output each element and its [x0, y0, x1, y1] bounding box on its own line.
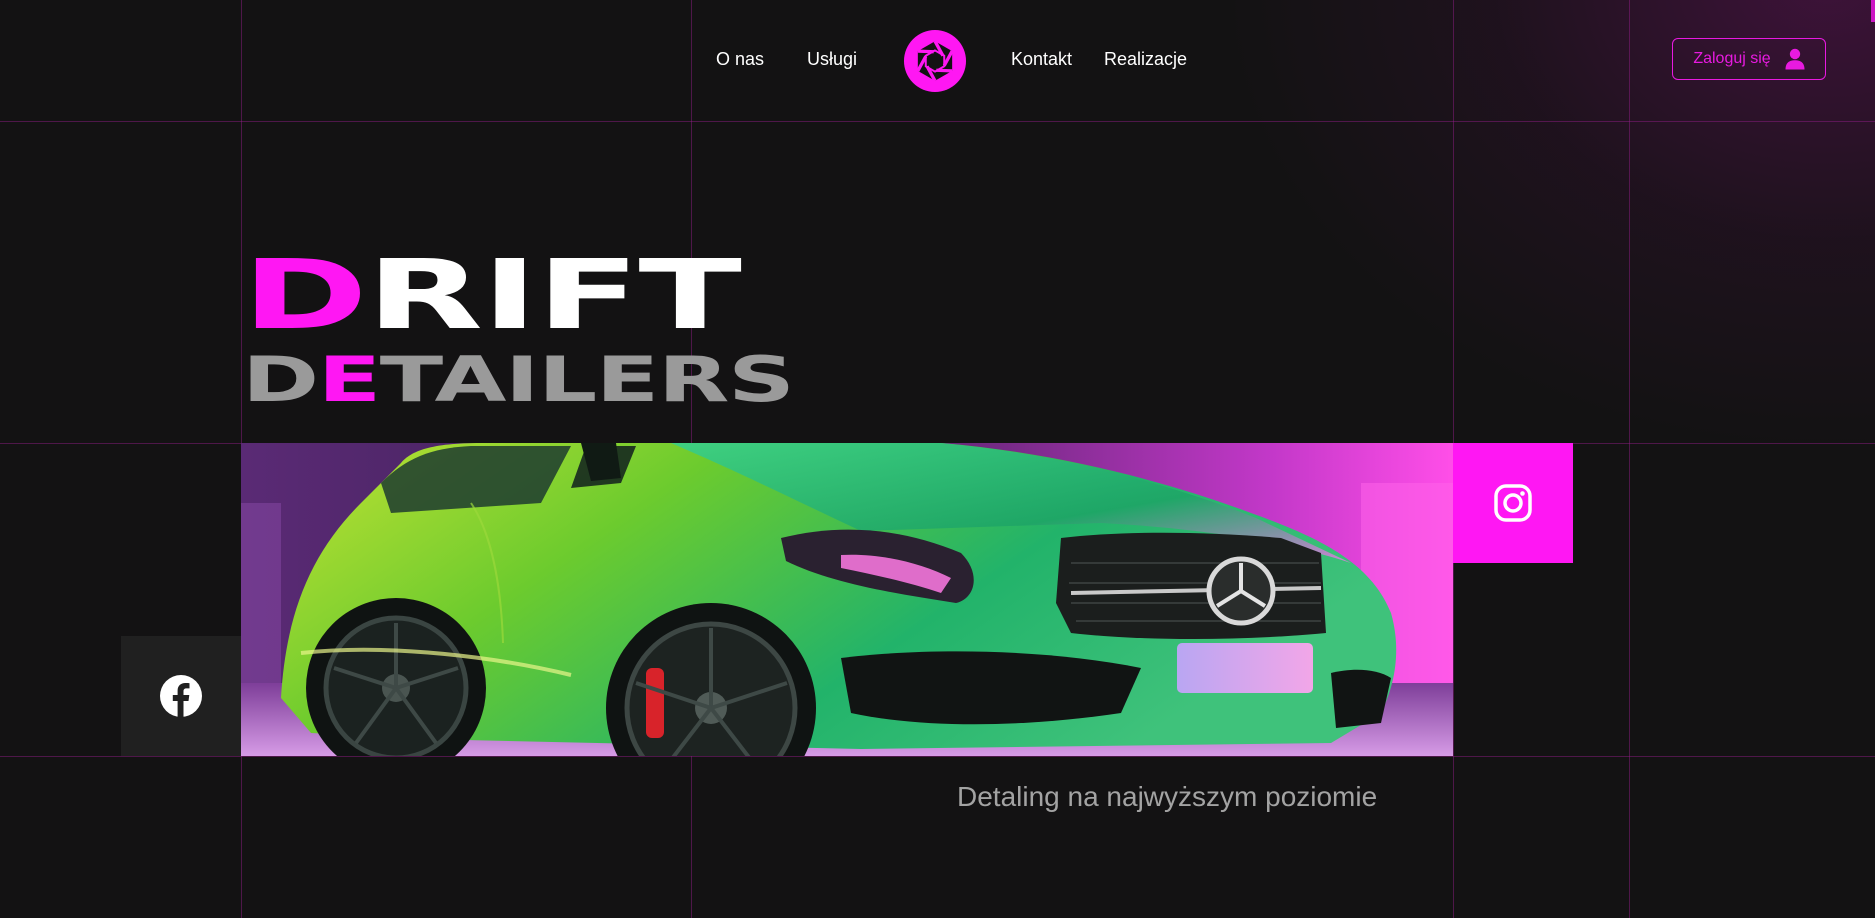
login-label: Zaloguj się	[1693, 50, 1771, 67]
hero-tagline: Detaling na najwyższym poziomie	[957, 781, 1378, 812]
nav-link-realizacje[interactable]: Realizacje	[1104, 49, 1187, 70]
title-rest: RIFT	[366, 239, 742, 351]
facebook-button[interactable]	[121, 636, 241, 756]
title-accent-letter: E	[317, 343, 382, 416]
nav-link-kontakt[interactable]: Kontakt	[1011, 49, 1072, 70]
instagram-button[interactable]	[1453, 443, 1573, 563]
landing-page: O nas Usługi Kontakt Realizacje Zaloguj	[0, 0, 1875, 918]
nav-link-uslugi[interactable]: Usługi	[807, 49, 857, 70]
nav-link-o-nas[interactable]: O nas	[716, 49, 764, 70]
hero-title-drift: DRIFT	[242, 239, 742, 351]
user-icon	[1785, 48, 1805, 70]
green-mercedes-car-photo	[241, 443, 1453, 756]
grid-line	[0, 756, 1875, 757]
instagram-icon	[1494, 484, 1532, 522]
facebook-icon	[160, 675, 202, 717]
title-accent-letter: D	[242, 239, 368, 351]
aperture-logo-icon[interactable]	[902, 28, 968, 94]
grid-line	[0, 121, 1875, 122]
hero-title-detailers: DETAILERS	[242, 347, 795, 413]
edge-accent	[1871, 0, 1875, 22]
grid-line	[1629, 0, 1630, 918]
title-rest: TAILERS	[379, 343, 795, 416]
login-button[interactable]: Zaloguj się	[1672, 38, 1826, 80]
title-start-letter: D	[242, 343, 319, 416]
